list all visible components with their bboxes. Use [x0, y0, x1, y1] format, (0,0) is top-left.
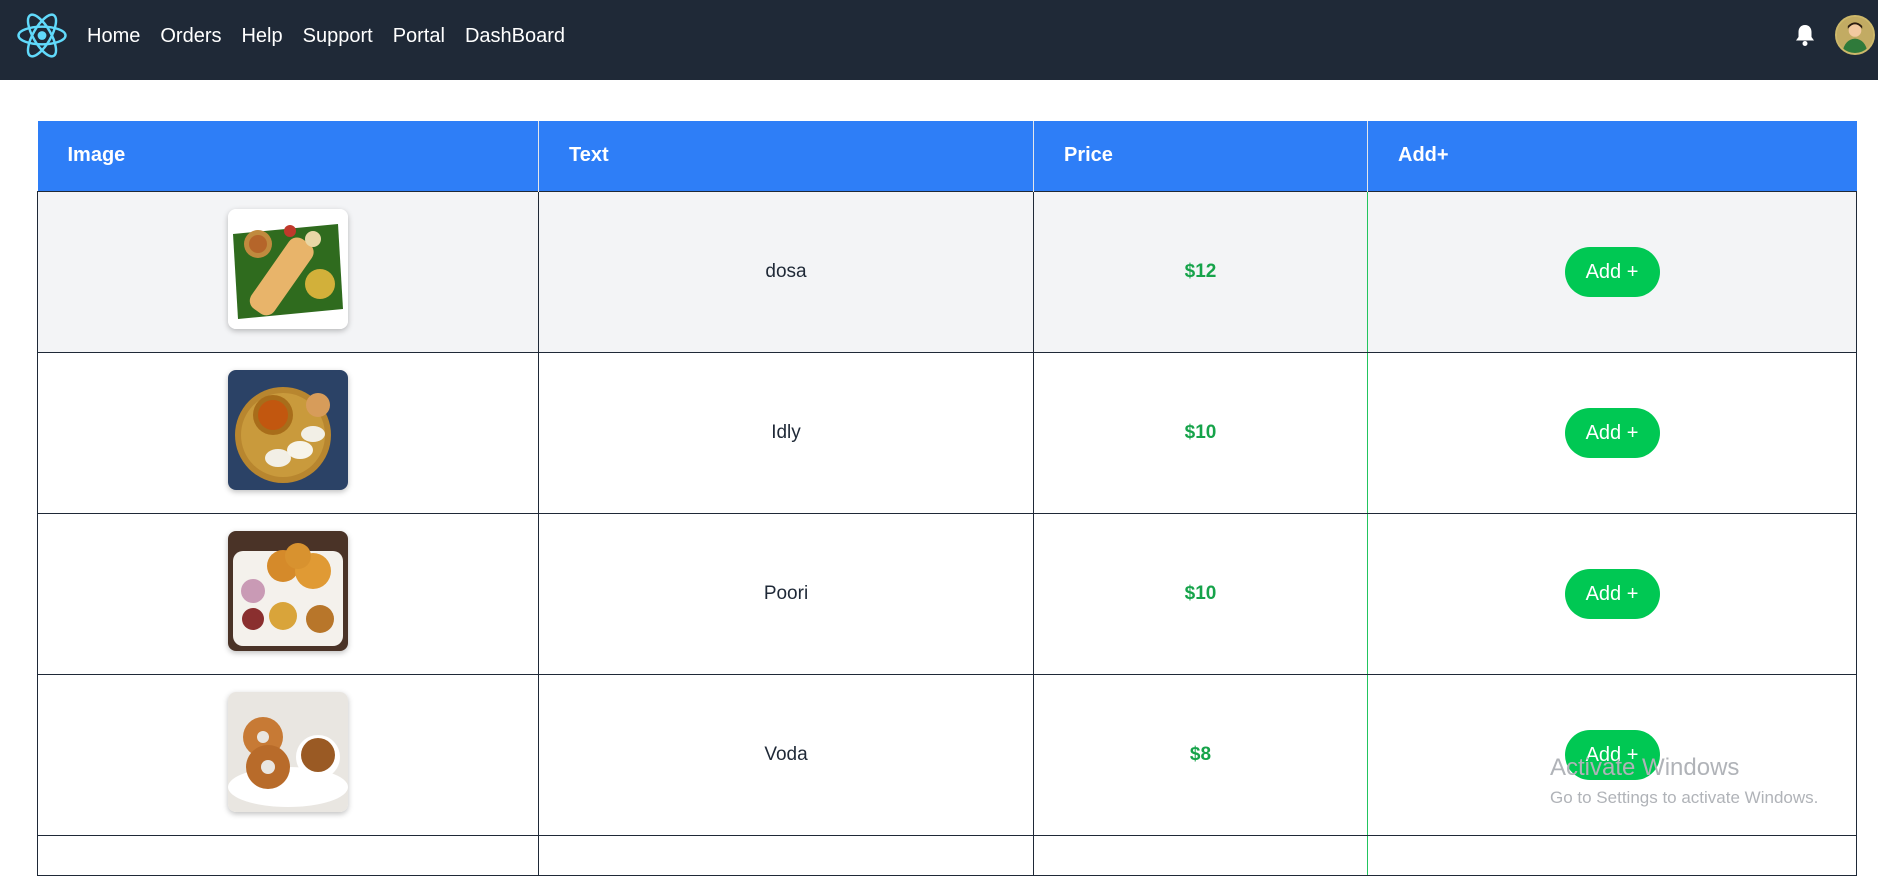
header-image: Image: [37, 121, 539, 191]
vertical-scrollbar[interactable]: [1878, 0, 1898, 857]
table-row: dosa $12 Add +: [37, 190, 1857, 353]
top-navbar: Home Orders Help Support Portal DashBoar…: [0, 0, 1898, 80]
price-cell: $8: [1033, 673, 1368, 836]
activate-windows-watermark: Activate Windows Go to Settings to activ…: [1550, 754, 1818, 808]
react-logo-icon[interactable]: [16, 12, 68, 59]
poori-plate-icon: [228, 530, 348, 651]
table-header-row: Image Text Price Add+: [37, 121, 1857, 191]
header-add: Add+: [1367, 121, 1857, 191]
price-cell: $10: [1033, 351, 1368, 514]
nav-support[interactable]: Support: [303, 25, 373, 48]
add-cell: Add +: [1367, 351, 1857, 514]
notification-bell-icon[interactable]: [1794, 23, 1816, 47]
image-cell: [37, 190, 539, 353]
table-row: Idly $10 Add +: [37, 351, 1857, 514]
image-cell: [37, 673, 539, 836]
text-cell: Idly: [538, 351, 1034, 514]
nav-dashboard[interactable]: DashBoard: [465, 25, 565, 48]
image-cell: [37, 351, 539, 514]
table-row: [37, 834, 1857, 876]
add-cell: Add +: [1367, 190, 1857, 353]
text-cell: Voda: [538, 673, 1034, 836]
add-button[interactable]: Add +: [1564, 568, 1660, 619]
nav-help[interactable]: Help: [241, 25, 282, 48]
add-button[interactable]: Add +: [1564, 407, 1660, 458]
add-cell: Add +: [1367, 512, 1857, 675]
nav-orders[interactable]: Orders: [160, 25, 221, 48]
text-cell: dosa: [538, 190, 1034, 353]
price-cell: $12: [1033, 190, 1368, 353]
watermark-title: Activate Windows: [1550, 754, 1740, 781]
dosa-plate-icon: [228, 208, 348, 329]
header-text: Text: [538, 121, 1034, 191]
header-price: Price: [1033, 121, 1368, 191]
add-cell: [1367, 834, 1857, 876]
add-button[interactable]: Add +: [1564, 246, 1660, 297]
price-cell: [1033, 834, 1368, 876]
text-cell: Poori: [538, 512, 1034, 675]
table-row: Poori $10 Add +: [37, 512, 1857, 675]
nav-home[interactable]: Home: [87, 25, 140, 48]
image-cell: [37, 834, 539, 876]
text-cell: [538, 834, 1034, 876]
watermark-subtitle: Go to Settings to activate Windows.: [1550, 788, 1819, 807]
price-cell: $10: [1033, 512, 1368, 675]
idly-plate-icon: [228, 369, 348, 490]
user-avatar[interactable]: [1835, 15, 1875, 55]
image-cell: [37, 512, 539, 675]
nav-portal[interactable]: Portal: [393, 25, 445, 48]
nav-links: Home Orders Help Support Portal DashBoar…: [87, 0, 585, 72]
vada-plate-icon: [228, 691, 348, 812]
